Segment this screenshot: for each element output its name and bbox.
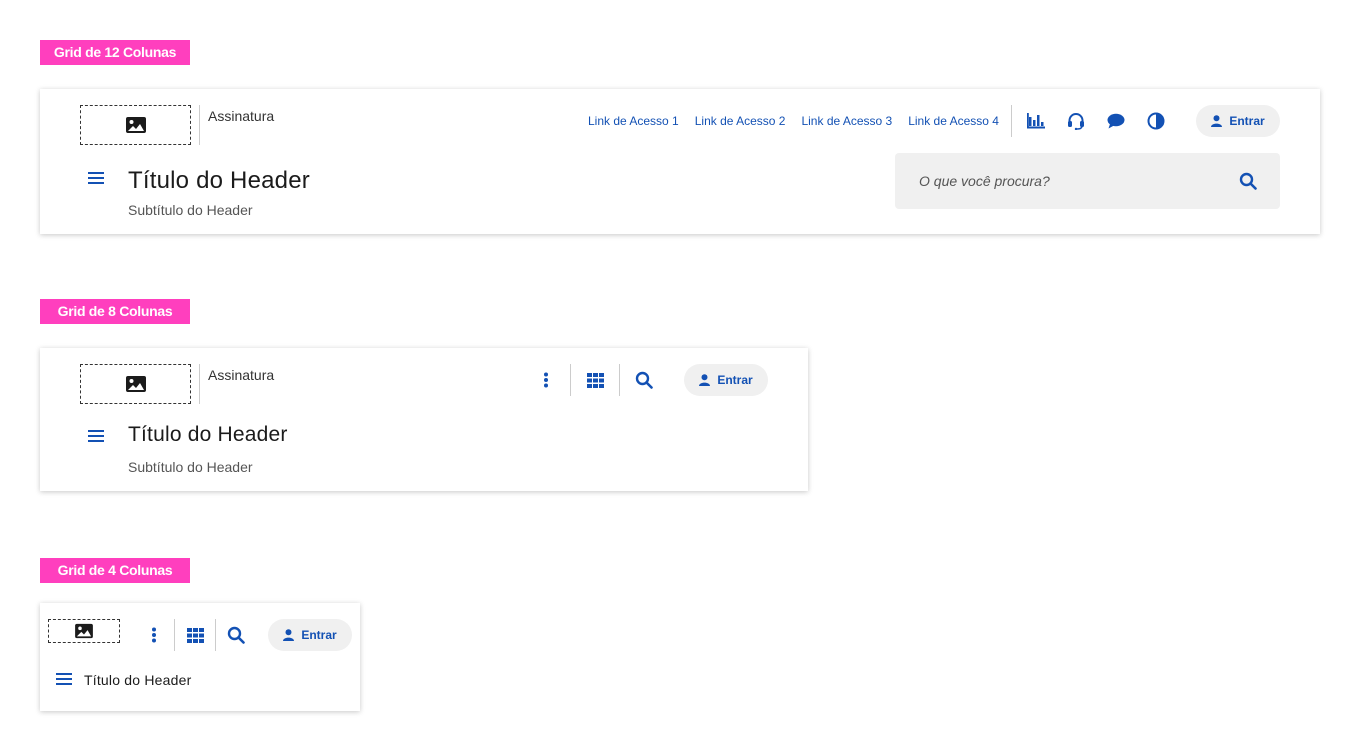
hamburger-icon (88, 172, 104, 184)
logo-divider (199, 105, 200, 145)
menu-button[interactable] (86, 168, 106, 188)
links-divider (1011, 105, 1012, 137)
header-subtitle: Subtítulo do Header (128, 202, 253, 218)
more-vertical-icon (544, 372, 548, 388)
search-button[interactable] (1232, 165, 1264, 197)
login-label: Entrar (1229, 114, 1265, 128)
divider (215, 619, 216, 651)
image-icon (125, 117, 146, 133)
login-button[interactable]: Entrar (1196, 105, 1280, 137)
logo-placeholder[interactable] (80, 105, 191, 145)
header-title: Título do Header (84, 672, 192, 688)
chart-icon (1027, 113, 1045, 129)
divider (174, 619, 175, 651)
user-icon (283, 629, 295, 641)
header-12-columns: Assinatura Link de Acesso 1 Link de Aces… (40, 89, 1320, 234)
hamburger-icon (88, 430, 104, 442)
grid-12-tag: Grid de 12 Colunas (40, 40, 190, 65)
search-input[interactable] (919, 173, 1219, 189)
menu-button[interactable] (86, 426, 106, 446)
user-icon (699, 374, 711, 386)
logo-placeholder[interactable] (80, 364, 191, 404)
functions-button[interactable] (579, 364, 611, 396)
divider (570, 364, 571, 396)
login-button[interactable]: Entrar (684, 364, 768, 396)
chart-button[interactable] (1020, 105, 1052, 137)
image-icon (75, 623, 93, 639)
grid-icon (586, 372, 604, 388)
header-title: Título do Header (128, 423, 288, 446)
access-link-1[interactable]: Link de Acesso 1 (588, 114, 679, 128)
access-link-2[interactable]: Link de Acesso 2 (695, 114, 786, 128)
image-icon (125, 376, 146, 392)
access-link-4[interactable]: Link de Acesso 4 (908, 114, 999, 128)
login-label: Entrar (301, 628, 337, 642)
search-button[interactable] (628, 364, 660, 396)
contrast-icon (1147, 112, 1165, 130)
header-4-columns: Entrar Título do Header (40, 603, 360, 711)
header-title: Título do Header (128, 167, 310, 194)
divider (619, 364, 620, 396)
logo-divider (199, 364, 200, 404)
access-links: Link de Acesso 1 Link de Acesso 2 Link d… (588, 114, 999, 128)
search-bar (895, 153, 1280, 209)
logo-placeholder[interactable] (48, 619, 120, 643)
signature: Assinatura (208, 367, 275, 383)
header-subtitle: Subtítulo do Header (128, 459, 253, 475)
more-vertical-icon (152, 627, 156, 643)
search-icon (1239, 172, 1257, 190)
chat-button[interactable] (1100, 105, 1132, 137)
login-label: Entrar (717, 373, 753, 387)
headset-button[interactable] (1060, 105, 1092, 137)
functions-button[interactable] (179, 619, 211, 651)
contrast-button[interactable] (1140, 105, 1172, 137)
hamburger-icon (56, 673, 72, 685)
headset-icon (1068, 113, 1084, 130)
grid-icon (186, 627, 204, 643)
signature: Assinatura (208, 108, 275, 124)
search-button[interactable] (220, 619, 252, 651)
chat-icon (1107, 113, 1125, 129)
header-8-columns: Assinatura Entrar Título do Header Subtí… (40, 348, 808, 491)
grid-4-tag: Grid de 4 Colunas (40, 558, 190, 583)
login-button[interactable]: Entrar (268, 619, 352, 651)
search-icon (227, 626, 245, 644)
more-links-button[interactable] (138, 619, 170, 651)
grid-8-tag: Grid de 8 Colunas (40, 299, 190, 324)
menu-button[interactable] (54, 669, 74, 689)
search-icon (635, 371, 653, 389)
user-icon (1211, 115, 1223, 127)
more-links-button[interactable] (530, 364, 562, 396)
access-link-3[interactable]: Link de Acesso 3 (801, 114, 892, 128)
